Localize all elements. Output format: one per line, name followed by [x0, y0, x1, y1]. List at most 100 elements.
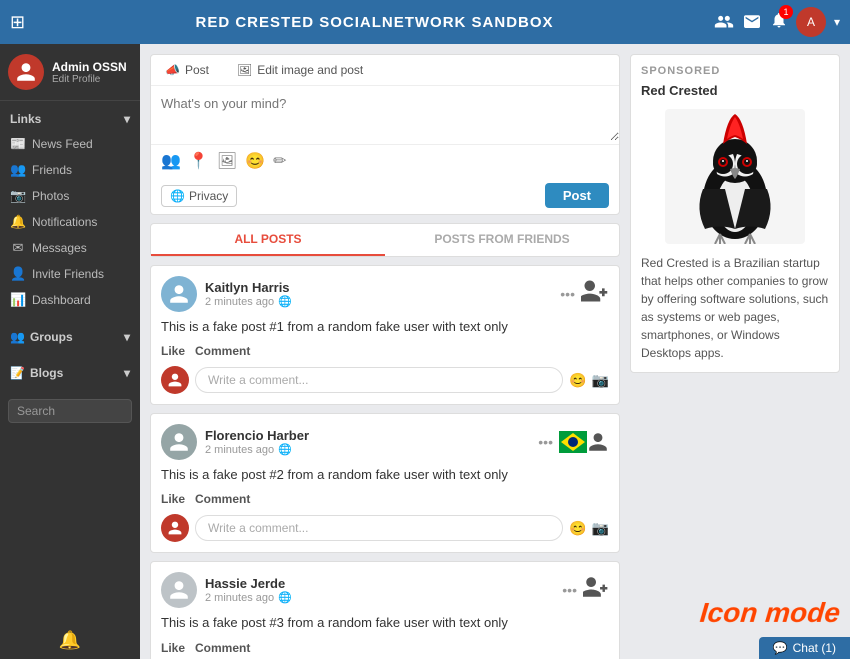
top-header: ⊞ RED CRESTED SOCIALNETWORK SANDBOX 1 A …	[0, 0, 850, 44]
post-card-2: Florencio Harber 2 minutes ago 🌐 •••	[150, 413, 620, 553]
post-user-name-3[interactable]: Hassie Jerde	[205, 576, 292, 591]
post-dots-3[interactable]: •••	[562, 582, 577, 598]
sidebar-messages-label: Messages	[32, 241, 87, 255]
post-text-2: This is a fake post #2 from a random fak…	[161, 466, 609, 484]
sponsored-name: Red Crested	[641, 83, 829, 98]
dropdown-arrow-icon[interactable]: ▾	[834, 15, 840, 29]
pen-icon[interactable]: ✏	[273, 151, 286, 171]
add-friend-icon-btn[interactable]	[714, 11, 734, 34]
comment-avatar-1	[161, 366, 189, 394]
links-section: Links ▾ 📰 News Feed 👥 Friends 📷 Photos 🔔…	[0, 101, 140, 319]
comment-input-1[interactable]	[195, 367, 563, 393]
links-section-header[interactable]: Links ▾	[0, 107, 140, 131]
comment-button-2[interactable]: Comment	[195, 492, 250, 506]
post-avatar-2[interactable]	[161, 424, 197, 460]
post-dots-2[interactable]: •••	[538, 434, 553, 450]
comment-photo-icon-2[interactable]: 📷	[592, 520, 609, 537]
sidebar-invite-label: Invite Friends	[32, 267, 104, 281]
post-avatar-1[interactable]	[161, 276, 197, 312]
header-avatar[interactable]: A	[796, 7, 826, 37]
post-textarea[interactable]	[151, 86, 619, 141]
edit-profile-link[interactable]: Edit Profile	[52, 74, 127, 85]
comment-emoji-icon-1[interactable]: 😊	[569, 372, 586, 389]
post-user-name-1[interactable]: Kaitlyn Harris	[205, 280, 292, 295]
post-header-3: Hassie Jerde 2 minutes ago 🌐 •••	[161, 572, 609, 608]
emoji-icon[interactable]: 😊	[245, 151, 265, 171]
post-avatar-3[interactable]	[161, 572, 197, 608]
like-button-2[interactable]: Like	[161, 492, 185, 506]
tab-all-posts[interactable]: ALL POSTS	[151, 224, 385, 256]
post-header-2: Florencio Harber 2 minutes ago 🌐 •••	[161, 424, 609, 460]
sidebar: Admin OSSN Edit Profile Links ▾ 📰 News F…	[0, 44, 140, 659]
chat-bar[interactable]: 💬 Chat (1)	[759, 637, 850, 659]
post-user-name-2[interactable]: Florencio Harber	[205, 428, 309, 443]
sidebar-item-friends[interactable]: 👥 Friends	[0, 157, 140, 183]
privacy-label: Privacy	[189, 189, 228, 203]
photo-icon[interactable]: 🖼	[217, 151, 237, 171]
privacy-button[interactable]: 🌐 Privacy	[161, 185, 237, 207]
notifications-icon-btn[interactable]: 1	[770, 10, 788, 35]
sidebar-item-notifications[interactable]: 🔔 Notifications	[0, 209, 140, 235]
search-input[interactable]	[8, 399, 132, 423]
sidebar-avatar[interactable]	[8, 54, 44, 90]
post-meta-1: 2 minutes ago 🌐	[205, 295, 292, 308]
groups-section: 👥 Groups ▾	[0, 319, 140, 355]
posts-tabs: ALL POSTS POSTS FROM FRIENDS	[150, 223, 620, 257]
grid-icon[interactable]: ⊞	[10, 12, 25, 33]
post-time-3: 2 minutes ago	[205, 592, 274, 604]
sidebar-newsfeed-label: News Feed	[32, 137, 93, 151]
like-button-3[interactable]: Like	[161, 641, 185, 655]
sidebar-bell-icon[interactable]: 🔔	[59, 630, 81, 651]
sidebar-bottom: 🔔	[0, 622, 140, 659]
tab-posts-from-friends[interactable]: POSTS FROM FRIENDS	[385, 224, 619, 256]
groups-arrow-icon: ▾	[124, 330, 130, 344]
megaphone-icon: 📣	[165, 63, 180, 77]
sidebar-item-photos[interactable]: 📷 Photos	[0, 183, 140, 209]
sidebar-item-dashboard[interactable]: 📊 Dashboard	[0, 287, 140, 313]
like-button-1[interactable]: Like	[161, 344, 185, 358]
messages-icon: ✉	[10, 240, 26, 256]
tab-edit-image[interactable]: 🖼 Edit image and post	[223, 55, 377, 85]
friends-icon: 👥	[10, 162, 26, 178]
tab-post[interactable]: 📣 Post	[151, 55, 223, 85]
post-box: 📣 Post 🖼 Edit image and post 👥 📍 🖼 😊 ✏	[150, 54, 620, 215]
user-add-icon-1[interactable]	[581, 277, 609, 311]
sidebar-item-invite-friends[interactable]: 👤 Invite Friends	[0, 261, 140, 287]
comment-row-2: 😊 📷	[161, 514, 609, 542]
chat-icon: 💬	[773, 641, 788, 655]
comment-emoji-icon-2[interactable]: 😊	[569, 520, 586, 537]
content-area: 📣 Post 🖼 Edit image and post 👥 📍 🖼 😊 ✏	[140, 44, 850, 659]
notification-badge: 1	[779, 5, 793, 19]
post-links-3: Like Comment	[161, 641, 609, 655]
user-flag-icon-2[interactable]	[559, 431, 609, 453]
tag-people-icon[interactable]: 👥	[161, 151, 181, 171]
post-header-actions-3: •••	[562, 574, 609, 606]
comment-row-1: 😊 📷	[161, 366, 609, 394]
user-add-icon-3[interactable]	[583, 574, 609, 606]
comment-input-2[interactable]	[195, 515, 563, 541]
comment-button-3[interactable]: Comment	[195, 641, 250, 655]
photos-icon: 📷	[10, 188, 26, 204]
comment-button-1[interactable]: Comment	[195, 344, 250, 358]
sidebar-item-newsfeed[interactable]: 📰 News Feed	[0, 131, 140, 157]
sidebar-dashboard-label: Dashboard	[32, 293, 91, 307]
comment-photo-icon-1[interactable]: 📷	[592, 372, 609, 389]
post-actions-row: 👥 📍 🖼 😊 ✏	[151, 144, 619, 177]
post-submit-button[interactable]: Post	[545, 183, 609, 208]
globe-icon-1: 🌐	[278, 295, 292, 308]
sidebar-item-messages[interactable]: ✉ Messages	[0, 235, 140, 261]
post-meta-2: 2 minutes ago 🌐	[205, 443, 309, 456]
blogs-section: 📝 Blogs ▾	[0, 355, 140, 391]
mail-icon-btn[interactable]	[742, 12, 762, 33]
sidebar-photos-label: Photos	[32, 189, 69, 203]
post-header-actions-1: •••	[560, 277, 609, 311]
red-crested-bird-image[interactable]	[641, 106, 829, 246]
blogs-section-header[interactable]: 📝 Blogs ▾	[0, 361, 140, 385]
chat-label: Chat (1)	[793, 641, 836, 655]
location-icon[interactable]: 📍	[189, 151, 209, 171]
groups-section-header[interactable]: 👥 Groups ▾	[0, 325, 140, 349]
sidebar-search-container	[0, 391, 140, 431]
notifications-icon: 🔔	[10, 214, 26, 230]
post-tab-label: Post	[185, 63, 209, 77]
post-dots-1[interactable]: •••	[560, 286, 575, 302]
